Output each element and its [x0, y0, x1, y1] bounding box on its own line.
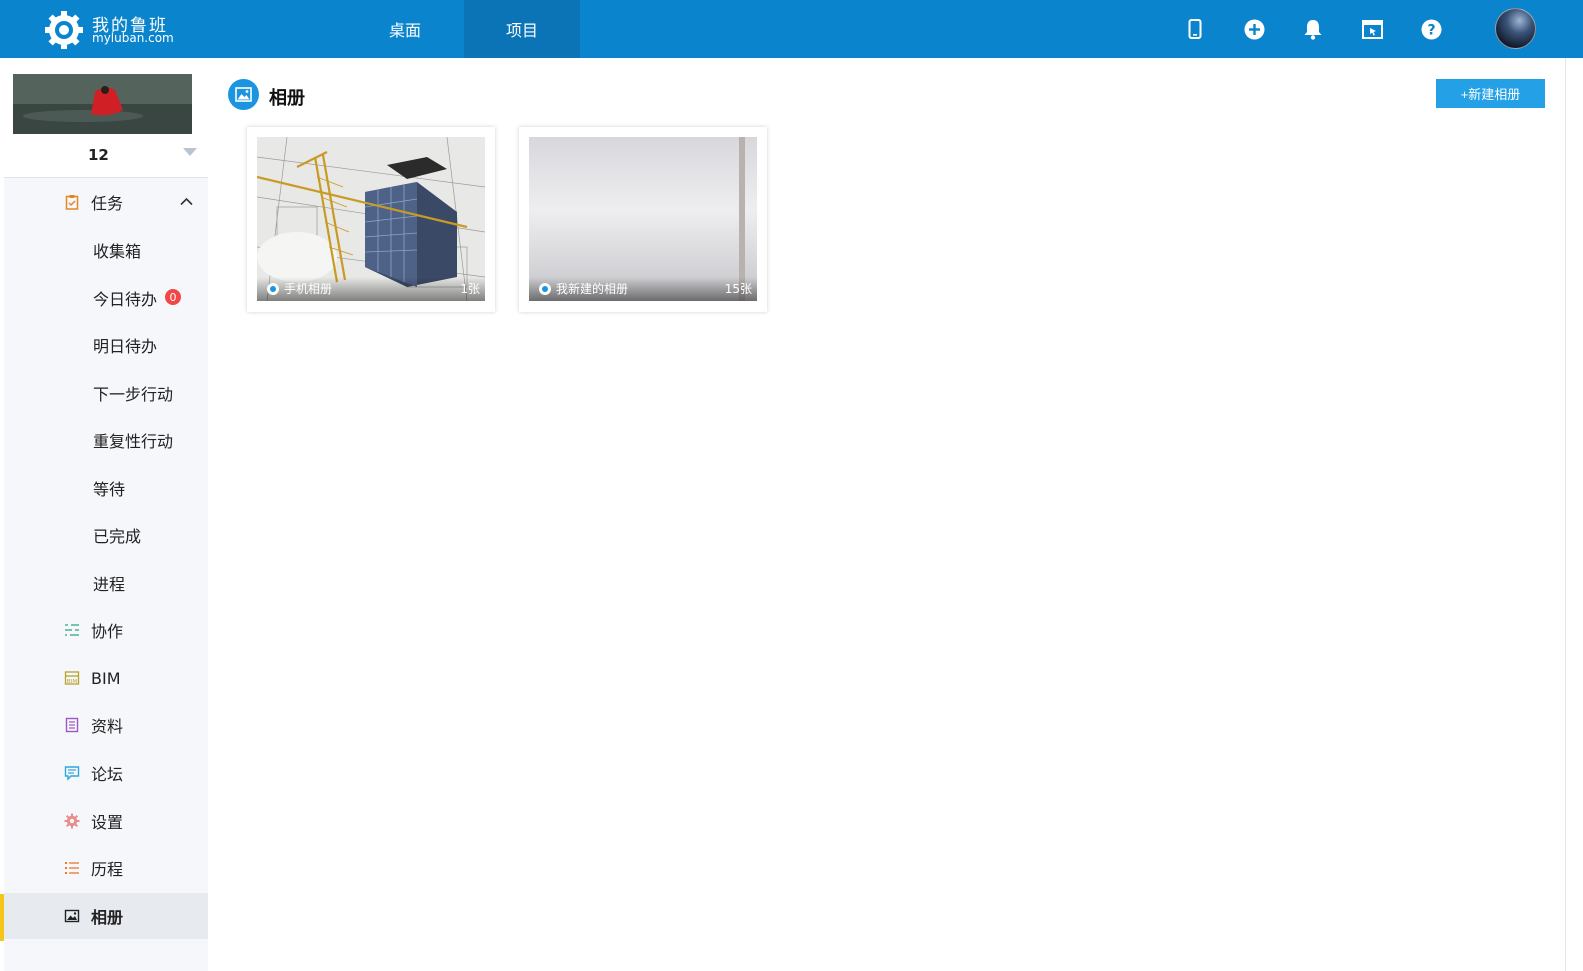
caret-down-icon[interactable] — [183, 148, 197, 156]
album-caption: 手机相册 1张 — [257, 277, 485, 301]
menu-item-progress[interactable]: 进程 — [4, 560, 208, 606]
menu-item-next-action[interactable]: 下一步行动 — [4, 370, 208, 416]
count-badge: 0 — [165, 289, 181, 305]
menu-item-label: 下一步行动 — [93, 385, 174, 404]
chevron-up-icon[interactable] — [180, 197, 193, 206]
album-cover-image: 我新建的相册 15张 — [529, 137, 757, 301]
collab-icon — [65, 624, 79, 636]
top-navigation-bar: 我的鲁班 myluban.com 桌面 项目 ? — [0, 0, 1583, 58]
menu-item-label: 相册 — [91, 908, 124, 927]
tab-project-label: 项目 — [505, 21, 538, 40]
tab-desktop-label: 桌面 — [388, 21, 421, 40]
menu-item-completed[interactable]: 已完成 — [4, 512, 208, 558]
picture-icon — [64, 909, 80, 923]
active-indicator — [0, 894, 4, 941]
help-icon[interactable]: ? — [1420, 18, 1442, 40]
logo[interactable]: 我的鲁班 myluban.com — [44, 8, 204, 50]
menu-item-label: 已完成 — [93, 527, 142, 546]
album-name: 手机相册 — [284, 282, 333, 296]
album-count: 1张 — [460, 282, 480, 296]
forum-icon — [64, 766, 80, 781]
album-count: 15张 — [724, 282, 752, 296]
menu-item-label: 论坛 — [91, 765, 124, 784]
menu-item-today-todo[interactable]: 今日待办 0 — [4, 275, 208, 321]
menu-item-forum[interactable]: 论坛 — [4, 750, 208, 796]
menu-item-album[interactable]: 相册 — [4, 893, 208, 939]
album-dot-icon — [267, 283, 279, 295]
bim-icon: BIM — [64, 671, 80, 685]
list-icon — [65, 862, 79, 874]
gear-icon — [64, 813, 80, 829]
album-title-icon — [228, 79, 259, 110]
tab-desktop[interactable]: 桌面 — [347, 0, 463, 58]
project-cover-image — [13, 74, 192, 134]
new-album-button[interactable]: +新建相册 — [1436, 79, 1545, 108]
document-icon — [65, 717, 79, 733]
menu-item-inbox[interactable]: 收集箱 — [4, 227, 208, 273]
logo-text-en: myluban.com — [92, 31, 174, 45]
menu-item-bim[interactable]: BIM BIM — [4, 655, 208, 701]
menu-item-recurring[interactable]: 重复性行动 — [4, 417, 208, 463]
menu-item-label: 设置 — [91, 813, 124, 832]
menu-item-label: 资料 — [91, 717, 124, 736]
menu-item-waiting[interactable]: 等待 — [4, 465, 208, 511]
menu-item-label: 今日待办 — [93, 290, 158, 309]
project-name: 12 — [88, 146, 109, 164]
menu-item-label: 重复性行动 — [93, 432, 174, 451]
menu-item-label: BIM — [91, 668, 121, 688]
menu-item-collaboration[interactable]: 协作 — [4, 607, 208, 653]
album-card[interactable]: 我新建的相册 15张 — [519, 127, 767, 312]
svg-text:?: ? — [1427, 22, 1435, 38]
menu-item-history[interactable]: 历程 — [4, 845, 208, 891]
menu-item-label: 历程 — [91, 860, 124, 879]
project-card[interactable]: 12 — [0, 58, 208, 178]
menu-item-tomorrow-todo[interactable]: 明日待办 — [4, 322, 208, 368]
album-dot-icon — [539, 283, 551, 295]
menu-item-label: 收集箱 — [93, 242, 142, 261]
user-avatar[interactable] — [1495, 8, 1536, 49]
menu-item-tasks[interactable]: 任务 — [4, 179, 208, 225]
bell-icon[interactable] — [1302, 18, 1324, 40]
menu-item-label: 进程 — [93, 575, 126, 594]
menu-item-label: 明日待办 — [93, 337, 158, 356]
logo-gear-icon — [45, 11, 83, 49]
plus-circle-icon[interactable] — [1243, 18, 1265, 40]
album-caption: 我新建的相册 15张 — [529, 277, 757, 301]
menu-item-label: 等待 — [93, 480, 126, 499]
album-name: 我新建的相册 — [556, 282, 629, 296]
mobile-icon[interactable] — [1184, 18, 1206, 40]
menu-item-documents[interactable]: 资料 — [4, 702, 208, 748]
svg-text:BIM: BIM — [67, 679, 77, 685]
window-pointer-icon[interactable] — [1361, 18, 1383, 40]
menu-item-label: 协作 — [91, 622, 124, 641]
clipboard-icon — [65, 195, 79, 210]
scrollbar[interactable] — [1565, 58, 1583, 971]
album-cover-image: 手机相册 1张 — [257, 137, 485, 301]
menu-item-settings[interactable]: 设置 — [4, 798, 208, 844]
album-card[interactable]: 手机相册 1张 — [247, 127, 495, 312]
menu-item-label: 任务 — [91, 194, 124, 213]
tab-project[interactable]: 项目 — [464, 0, 580, 58]
page-title: 相册 — [269, 88, 305, 109]
